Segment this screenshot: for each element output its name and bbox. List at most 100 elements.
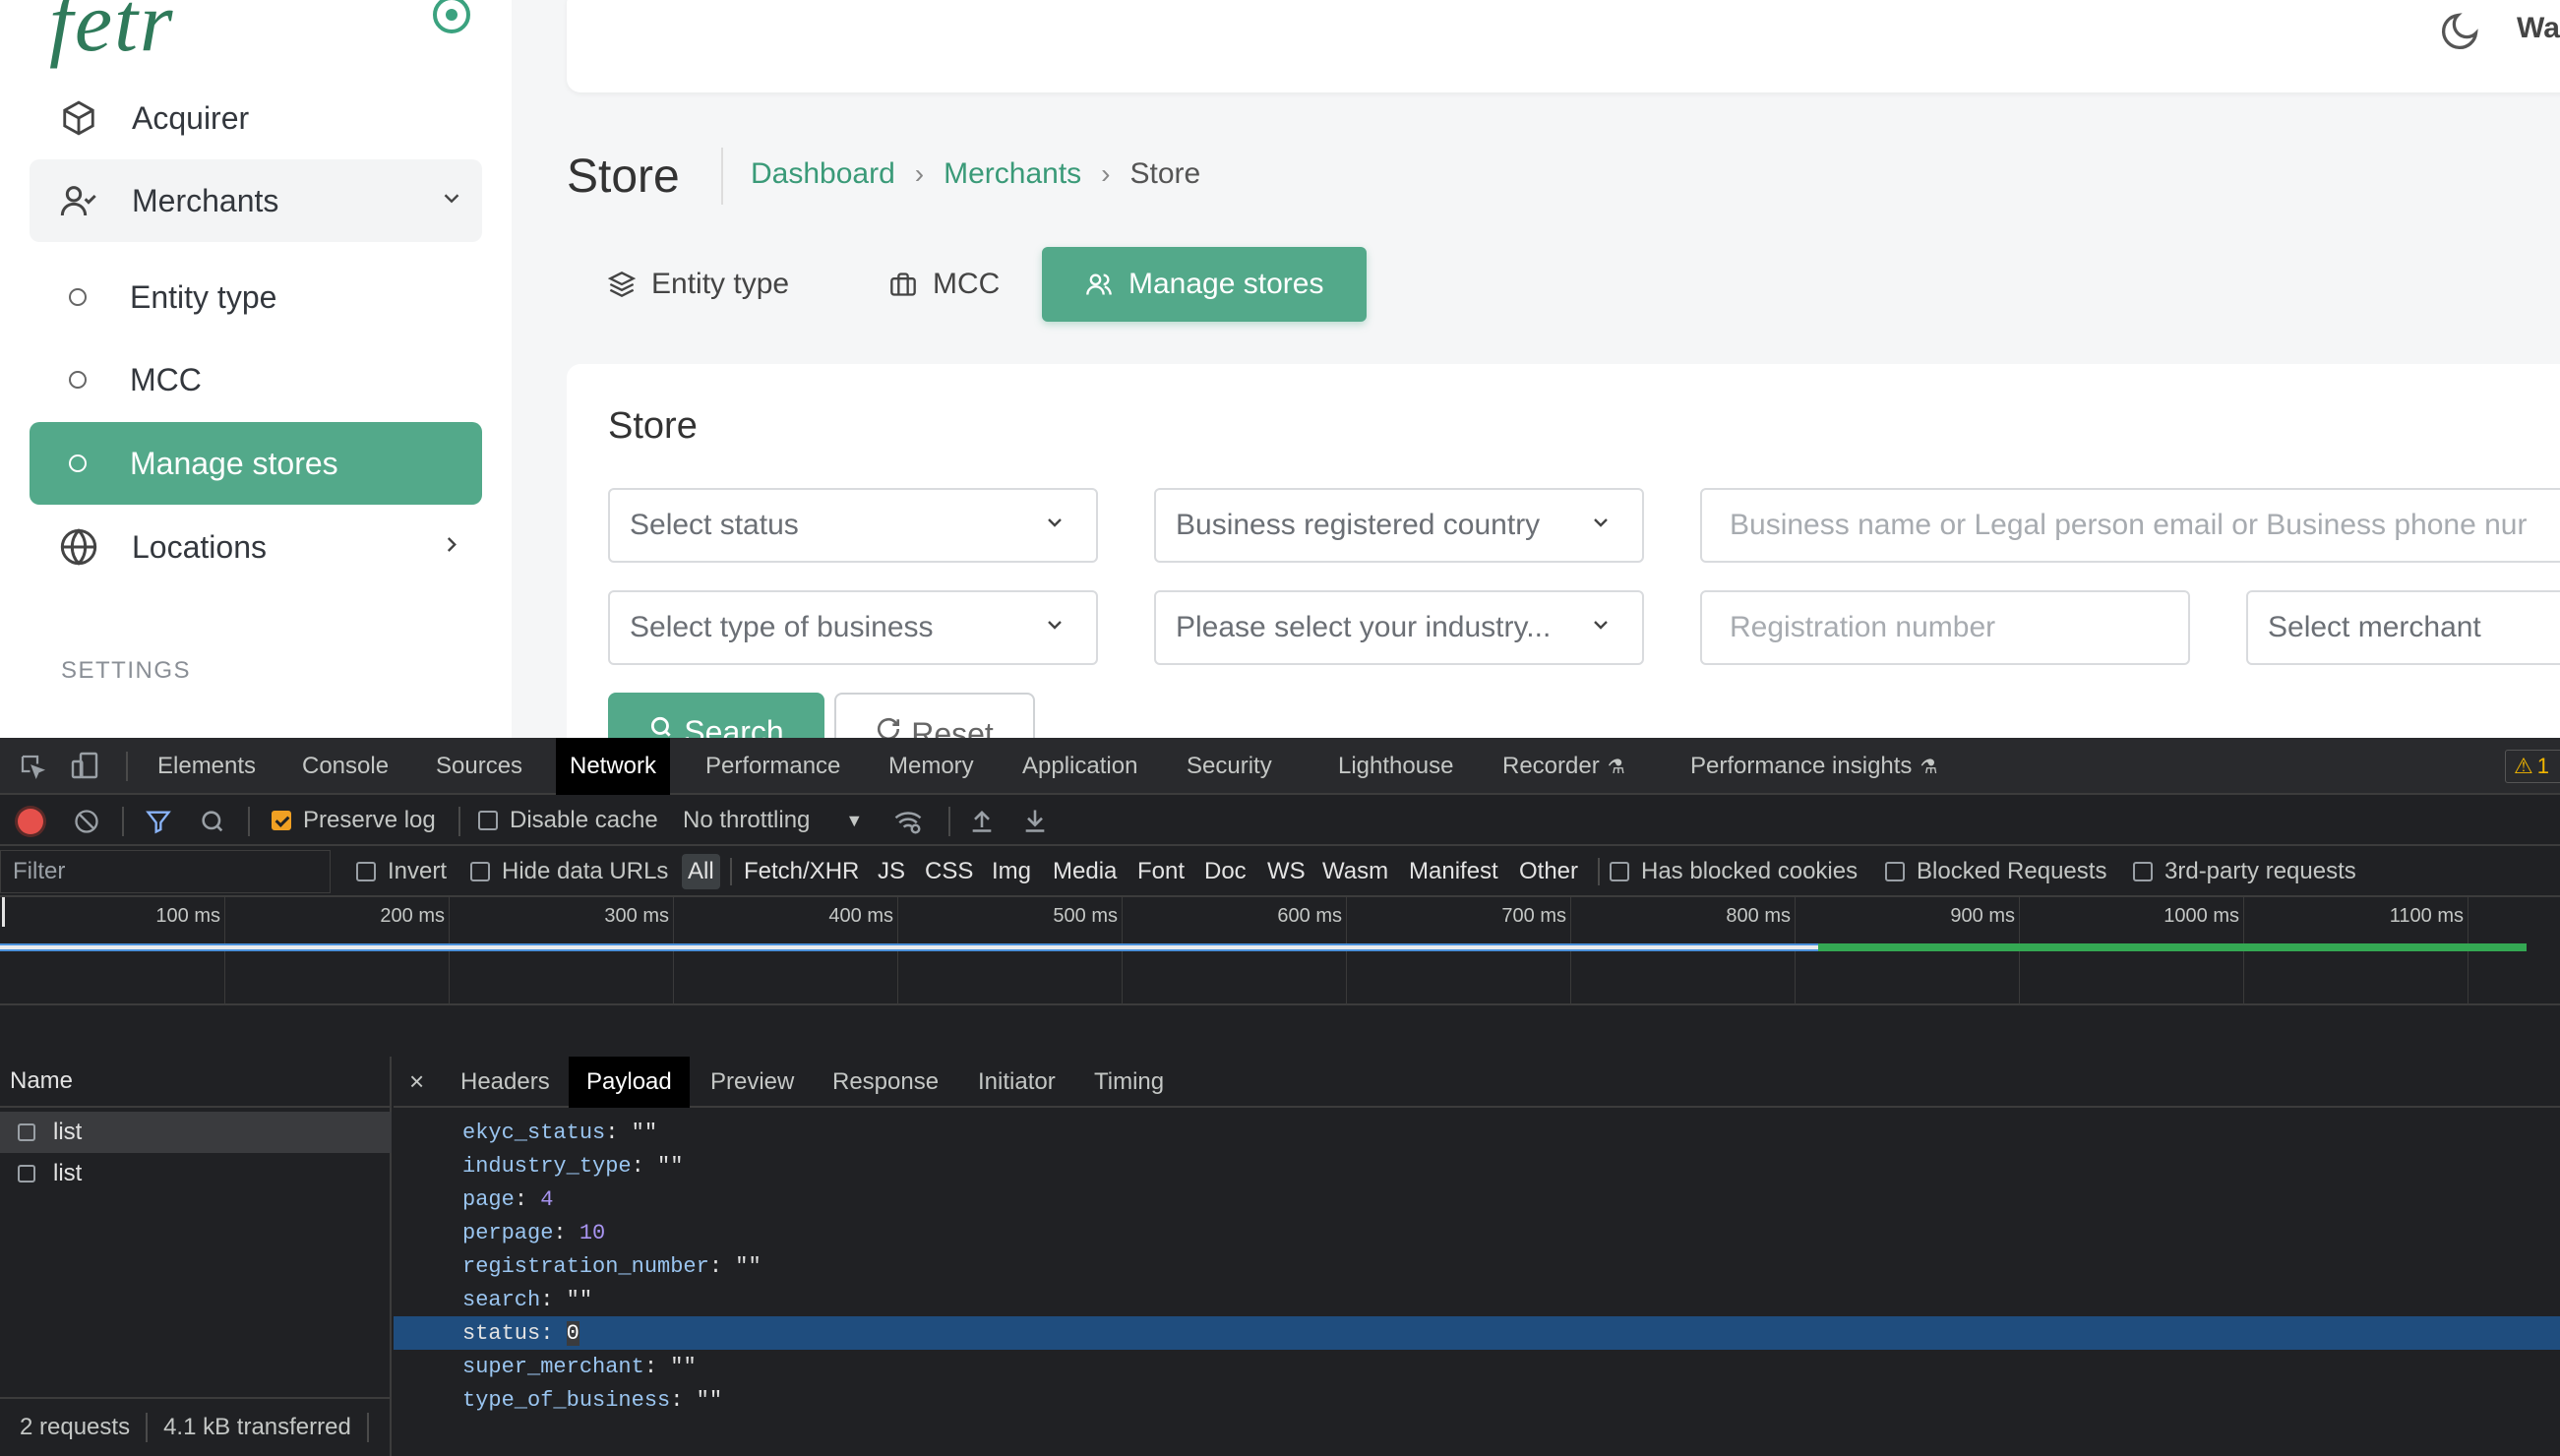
tab-entity-type[interactable]: Entity type	[608, 247, 789, 322]
tab-initiator[interactable]: Initiator	[960, 1057, 1073, 1108]
payload-row[interactable]: page: 4	[394, 1183, 2560, 1216]
search-input[interactable]: Business name or Legal person email or B…	[1700, 488, 2560, 563]
tab-manage-stores[interactable]: Manage stores	[1042, 247, 1368, 322]
sidebar-item-label: Merchants	[132, 182, 279, 218]
close-icon[interactable]: ×	[409, 1066, 424, 1097]
filter-type-js[interactable]: JS	[872, 854, 911, 889]
network-timeline[interactable]: 100 ms 200 ms 300 ms 400 ms 500 ms 600 m…	[0, 897, 2560, 1005]
payload-row[interactable]: registration_number: ""	[394, 1249, 2560, 1283]
tab-response[interactable]: Response	[815, 1057, 956, 1108]
status-select[interactable]: Select status	[608, 488, 1098, 563]
devtools-tab-console[interactable]: Console	[288, 738, 402, 795]
sidebar-toggle-icon[interactable]	[433, 0, 470, 33]
invert-checkbox[interactable]: Invert	[356, 846, 447, 897]
filter-type-doc[interactable]: Doc	[1198, 854, 1252, 889]
filter-type-all[interactable]: All	[682, 854, 720, 889]
warnings-badge[interactable]: ⚠ 1	[2505, 750, 2560, 783]
devtools-tab-network[interactable]: Network	[556, 738, 671, 795]
sidebar-item-manage-stores[interactable]: Manage stores	[30, 422, 482, 505]
network-conditions-icon[interactable]	[891, 807, 925, 841]
clear-icon[interactable]	[73, 808, 100, 840]
download-icon[interactable]	[1021, 807, 1049, 839]
breadcrumb-merchants[interactable]: Merchants	[944, 157, 1081, 191]
filter-type-img[interactable]: Img	[986, 854, 1037, 889]
merchant-select[interactable]: Select merchant	[2246, 590, 2560, 665]
devtools-tab-elements[interactable]: Elements	[144, 738, 270, 795]
sidebar-item-mcc[interactable]: MCC	[30, 338, 482, 421]
request-row[interactable]: list	[0, 1112, 392, 1153]
filter-type-other[interactable]: Other	[1513, 854, 1584, 889]
has-blocked-cookies-checkbox[interactable]: Has blocked cookies	[1610, 846, 1858, 897]
payload-row[interactable]: perpage: 10	[394, 1216, 2560, 1249]
search-icon[interactable]	[199, 808, 226, 840]
payload-row[interactable]: search: ""	[394, 1283, 2560, 1316]
request-type-icon	[18, 1165, 35, 1183]
checkbox-label: Invert	[388, 858, 448, 884]
checkbox[interactable]	[1885, 862, 1905, 881]
preserve-log-checkbox[interactable]: Preserve log	[272, 795, 436, 846]
blocked-requests-checkbox[interactable]: Blocked Requests	[1885, 846, 2106, 897]
checkbox[interactable]	[470, 862, 490, 881]
tab-timing[interactable]: Timing	[1076, 1057, 1182, 1108]
business-type-select[interactable]: Select type of business	[608, 590, 1098, 665]
circle-icon	[69, 288, 87, 306]
sidebar-item-locations[interactable]: Locations	[30, 506, 482, 588]
reset-button[interactable]: Reset	[834, 693, 1035, 738]
checkbox[interactable]	[1610, 862, 1629, 881]
checkbox[interactable]	[2133, 862, 2153, 881]
filter-type-fetch-xhr[interactable]: Fetch/XHR	[738, 854, 865, 889]
disable-cache-checkbox[interactable]: Disable cache	[478, 795, 658, 846]
brand-logo[interactable]: fetr	[49, 0, 174, 71]
name-column-header[interactable]: Name	[0, 1057, 392, 1108]
payload-row[interactable]: industry_type: ""	[394, 1149, 2560, 1183]
devtools-tab-performance[interactable]: Performance	[692, 738, 854, 795]
registration-number-input[interactable]: Registration number	[1700, 590, 2190, 665]
filter-type-manifest[interactable]: Manifest	[1403, 854, 1504, 889]
moon-icon[interactable]	[2438, 10, 2481, 58]
timeline-gridline	[224, 897, 225, 1005]
devtools-tab-application[interactable]: Application	[1008, 738, 1151, 795]
filter-type-ws[interactable]: WS	[1261, 854, 1311, 889]
filter-type-wasm[interactable]: Wasm	[1316, 854, 1394, 889]
filter-icon[interactable]	[144, 808, 173, 840]
checkbox[interactable]	[272, 811, 291, 830]
payload-row[interactable]: ekyc_status: ""	[394, 1116, 2560, 1149]
upload-icon[interactable]	[968, 807, 996, 839]
payload-row[interactable]: type_of_business: ""	[394, 1383, 2560, 1417]
breadcrumb-dashboard[interactable]: Dashboard	[751, 157, 895, 191]
checkbox[interactable]	[356, 862, 376, 881]
devtools-tab-memory[interactable]: Memory	[875, 738, 988, 795]
devtools-tab-lighthouse[interactable]: Lighthouse	[1324, 738, 1467, 795]
throttling-select[interactable]: No throttling ▼	[683, 795, 863, 846]
filter-type-css[interactable]: CSS	[919, 854, 979, 889]
sidebar-item-merchants[interactable]: Merchants	[30, 159, 482, 242]
country-select[interactable]: Business registered country	[1154, 488, 1644, 563]
tab-payload[interactable]: Payload	[569, 1057, 690, 1108]
filter-type-font[interactable]: Font	[1131, 854, 1190, 889]
sidebar-item-acquirer[interactable]: Acquirer	[30, 77, 482, 159]
filter-type-media[interactable]: Media	[1047, 854, 1123, 889]
devtools-tab-recorder[interactable]: Recorder ⚗	[1489, 738, 1639, 795]
devtools-tab-sources[interactable]: Sources	[422, 738, 536, 795]
device-toolbar-icon[interactable]	[69, 750, 100, 786]
payload-row[interactable]: super_merchant: ""	[394, 1350, 2560, 1383]
devtools-tab-performance-insights[interactable]: Performance insights ⚗	[1676, 738, 1951, 795]
tab-headers[interactable]: Headers	[443, 1057, 568, 1108]
record-icon[interactable]	[18, 809, 43, 834]
inspect-element-icon[interactable]	[18, 752, 47, 786]
filter-input[interactable]: Filter	[0, 850, 331, 893]
industry-select[interactable]: Please select your industry...	[1154, 590, 1644, 665]
payload-row-selected[interactable]: status: 0	[394, 1316, 2560, 1350]
third-party-requests-checkbox[interactable]: 3rd-party requests	[2133, 846, 2356, 897]
sidebar-item-entity-type[interactable]: Entity type	[30, 256, 482, 338]
hide-data-urls-checkbox[interactable]: Hide data URLs	[470, 846, 668, 897]
search-button[interactable]: Search	[608, 693, 824, 738]
timeline-tick-label: 200 ms	[380, 905, 445, 927]
separator	[248, 807, 250, 836]
tab-mcc[interactable]: MCC	[889, 247, 1000, 322]
checkbox[interactable]	[478, 811, 498, 830]
devtools-tab-security[interactable]: Security	[1173, 738, 1286, 795]
user-name[interactable]: Wa	[2517, 12, 2560, 45]
request-row[interactable]: list	[0, 1153, 392, 1194]
tab-preview[interactable]: Preview	[693, 1057, 812, 1108]
